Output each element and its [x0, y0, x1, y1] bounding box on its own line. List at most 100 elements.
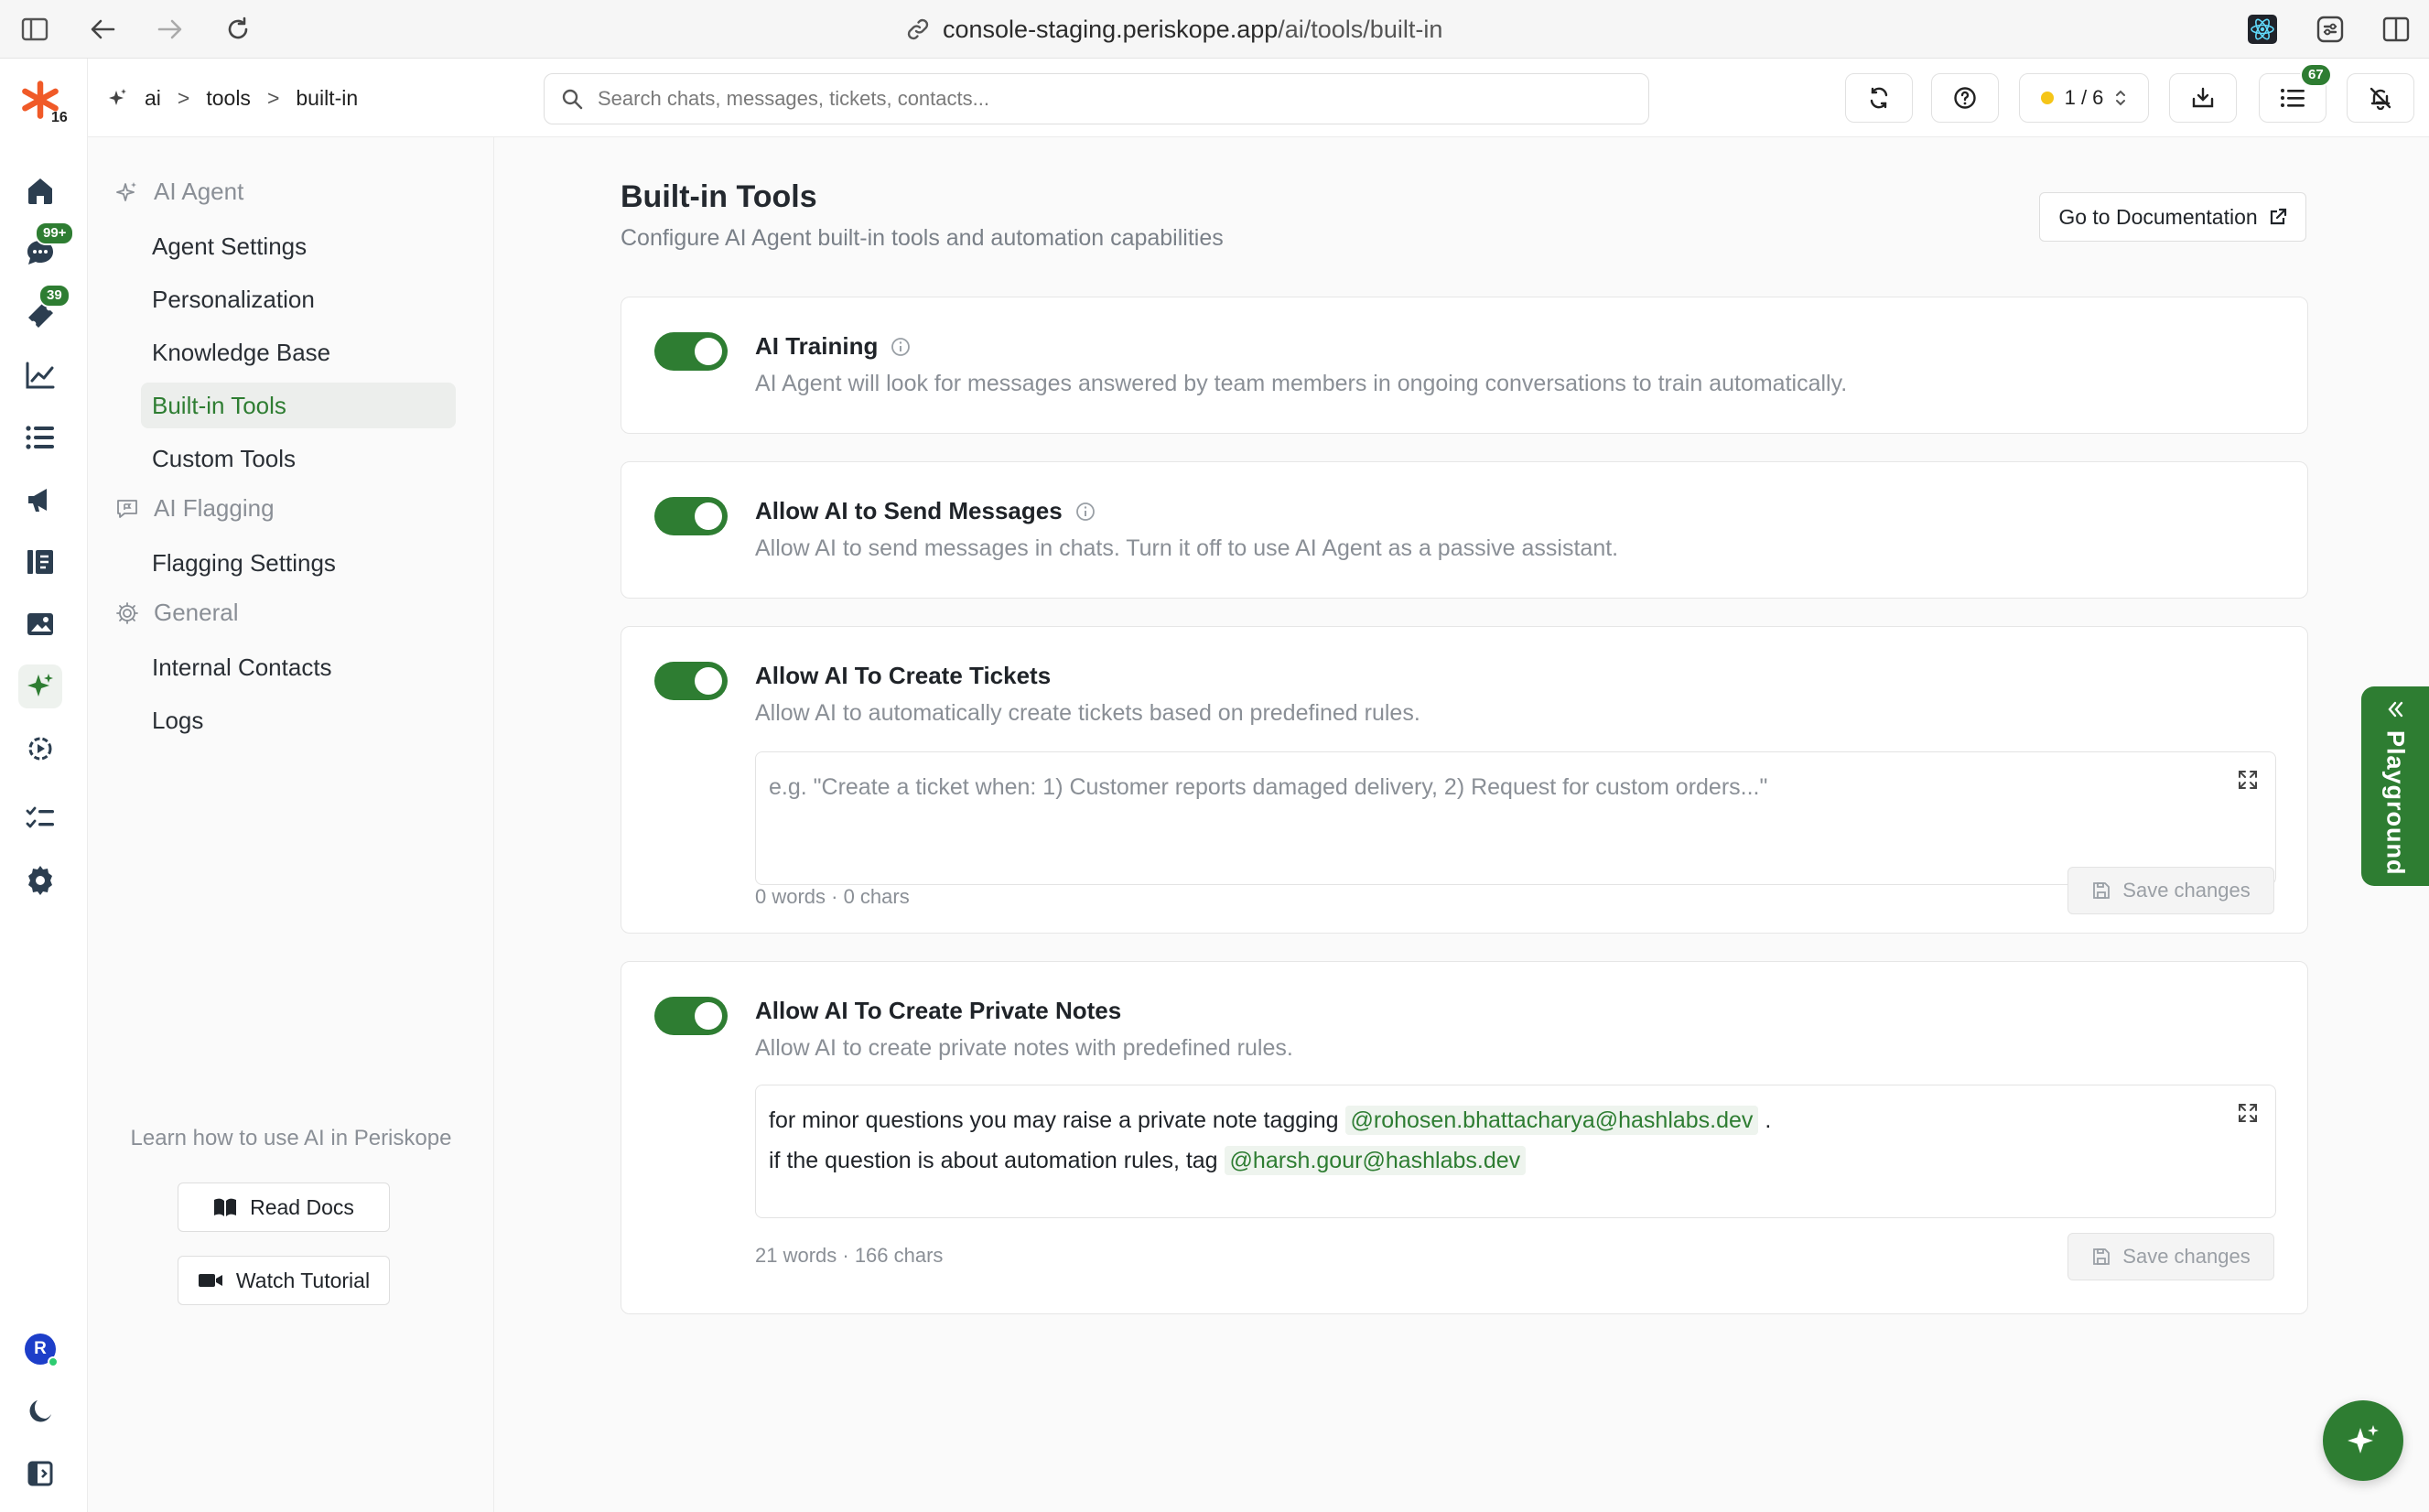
save-changes-button[interactable]: Save changes	[2067, 867, 2274, 914]
url-path: /ai/tools/built-in	[1278, 15, 1443, 43]
mute-notifications-button[interactable]	[2347, 73, 2414, 123]
search-icon	[562, 89, 583, 110]
ticket-rules-textarea[interactable]: e.g. "Create a ticket when: 1) Customer …	[755, 751, 2276, 885]
mention-chip[interactable]: @rohosen.bhattacharya@hashlabs.dev	[1344, 1106, 1759, 1135]
sidebar-item-built-in-tools[interactable]: Built-in Tools	[141, 383, 456, 428]
private-note-rules-textarea[interactable]: for minor questions you may raise a priv…	[755, 1085, 2276, 1218]
home-icon[interactable]	[18, 168, 62, 212]
address-bar[interactable]: console-staging.periskope.app/ai/tools/b…	[906, 13, 1442, 46]
playground-tab[interactable]: Playground	[2361, 686, 2429, 886]
sidebar-item-custom-tools[interactable]: Custom Tools	[141, 436, 456, 481]
ai-training-toggle[interactable]	[654, 332, 728, 371]
watch-tutorial-button[interactable]: Watch Tutorial	[178, 1256, 390, 1305]
sidebar-item-flagging-settings[interactable]: Flagging Settings	[141, 540, 456, 586]
page-title: Built-in Tools	[621, 179, 817, 214]
card-description: Allow AI to create private notes with pr…	[755, 1035, 1293, 1061]
breadcrumb-separator: >	[177, 85, 190, 110]
sidebar-item-logs[interactable]: Logs	[141, 697, 456, 743]
extension-icon[interactable]	[2314, 13, 2347, 46]
breadcrumb-tools[interactable]: tools	[206, 86, 251, 111]
save-changes-button[interactable]: Save changes	[2067, 1233, 2274, 1280]
gear-icon	[116, 601, 138, 624]
link-icon	[907, 18, 929, 40]
periskope-logo[interactable]: 16	[18, 79, 68, 125]
private-notes-toggle[interactable]	[654, 997, 728, 1035]
external-link-icon	[2270, 208, 2286, 225]
react-devtools-icon[interactable]	[2246, 13, 2279, 46]
automation-gear-icon[interactable]	[18, 727, 62, 771]
tickets-icon[interactable]: 39	[18, 284, 70, 337]
settings-gear-icon[interactable]	[18, 859, 62, 902]
main-content: Built-in Tools Configure AI Agent built-…	[494, 137, 2429, 1512]
create-tickets-toggle[interactable]	[654, 662, 728, 700]
library-icon[interactable]	[18, 540, 62, 584]
section-label: General	[154, 599, 239, 626]
card-title: Allow AI To Create Private Notes	[755, 997, 1122, 1024]
card-description: Allow AI to send messages in chats. Turn…	[755, 535, 1619, 561]
sidebar-item-personalization[interactable]: Personalization	[141, 276, 456, 322]
breadcrumb-ai[interactable]: ai	[145, 86, 161, 111]
rule-line: for minor questions you may raise a priv…	[769, 1100, 2262, 1140]
playground-label: Playground	[2381, 730, 2410, 876]
phone-selector[interactable]: 1 / 6	[2019, 73, 2149, 123]
help-button[interactable]	[1931, 73, 1999, 123]
global-search[interactable]	[544, 73, 1649, 124]
list-icon	[2281, 89, 2305, 107]
logo-badge: 16	[51, 110, 68, 125]
forward-icon[interactable]	[154, 13, 187, 46]
search-input[interactable]	[598, 87, 1604, 111]
sidebar-toggle-icon[interactable]	[18, 13, 51, 46]
phone-counter: 1 / 6	[2064, 86, 2104, 109]
sync-button[interactable]	[1845, 73, 1913, 123]
ai-sparkle-icon[interactable]	[18, 664, 62, 708]
word-char-count: 0 words · 0 chars	[755, 885, 910, 908]
sparkle-icon	[2348, 1425, 2379, 1453]
ai-sparkle-icon	[109, 89, 126, 105]
avatar-letter: R	[34, 1339, 47, 1358]
reload-icon[interactable]	[221, 13, 254, 46]
section-ai-flagging: AI Flagging	[115, 494, 275, 523]
analytics-icon[interactable]	[18, 353, 62, 397]
read-docs-label: Read Docs	[250, 1194, 354, 1219]
go-to-documentation-button[interactable]: Go to Documentation	[2039, 192, 2306, 242]
media-icon[interactable]	[18, 602, 62, 646]
book-open-icon	[214, 1198, 237, 1216]
save-label: Save changes	[2122, 879, 2251, 902]
expand-icon[interactable]	[2237, 1102, 2259, 1124]
breadcrumb-built-in[interactable]: built-in	[296, 86, 358, 111]
tool-card-send-messages: Allow AI to Send Messages Allow AI to se…	[621, 461, 2308, 599]
expand-icon[interactable]	[2237, 769, 2259, 791]
sidebar-item-internal-contacts[interactable]: Internal Contacts	[141, 644, 456, 690]
inbox-download-icon	[2192, 87, 2214, 108]
send-messages-toggle[interactable]	[654, 497, 728, 535]
tool-card-ai-training: AI Training AI Agent will look for messa…	[621, 297, 2308, 434]
mention-chip[interactable]: @harsh.gour@hashlabs.dev	[1224, 1146, 1527, 1175]
info-icon[interactable]	[1075, 502, 1096, 522]
collapse-sidebar-icon[interactable]	[18, 1452, 62, 1496]
word-char-count: 21 words · 166 chars	[755, 1244, 944, 1267]
url-host: console-staging.periskope.app	[943, 15, 1279, 43]
split-view-icon[interactable]	[2380, 13, 2413, 46]
tasks-button[interactable]: 67	[2259, 63, 2332, 123]
dark-mode-moon-icon[interactable]	[18, 1389, 62, 1433]
tasks-badge: 67	[2300, 63, 2332, 87]
learn-text: Learn how to use AI in Periskope	[130, 1126, 452, 1150]
read-docs-button[interactable]: Read Docs	[178, 1183, 390, 1232]
avatar[interactable]: R	[18, 1327, 62, 1371]
section-label: AI Flagging	[154, 494, 275, 522]
ai-settings-sidebar: AI Agent Agent Settings Personalization …	[88, 137, 494, 1512]
back-icon[interactable]	[86, 13, 119, 46]
broadcast-icon[interactable]	[18, 478, 62, 522]
list-icon[interactable]	[18, 416, 62, 459]
tasks-checklist-icon[interactable]	[18, 796, 62, 840]
card-title-text: AI Training	[755, 332, 879, 360]
card-title: Allow AI To Create Tickets	[755, 662, 1052, 689]
sidebar-item-knowledge-base[interactable]: Knowledge Base	[141, 329, 456, 375]
sparkle-icon	[116, 181, 136, 201]
sidebar-item-agent-settings[interactable]: Agent Settings	[141, 223, 456, 269]
chats-icon[interactable]: 99+	[18, 221, 75, 275]
info-icon[interactable]	[891, 337, 911, 357]
flag-message-icon	[117, 499, 137, 518]
ai-assistant-fab[interactable]	[2323, 1400, 2403, 1481]
inbox-download-button[interactable]	[2169, 73, 2237, 123]
